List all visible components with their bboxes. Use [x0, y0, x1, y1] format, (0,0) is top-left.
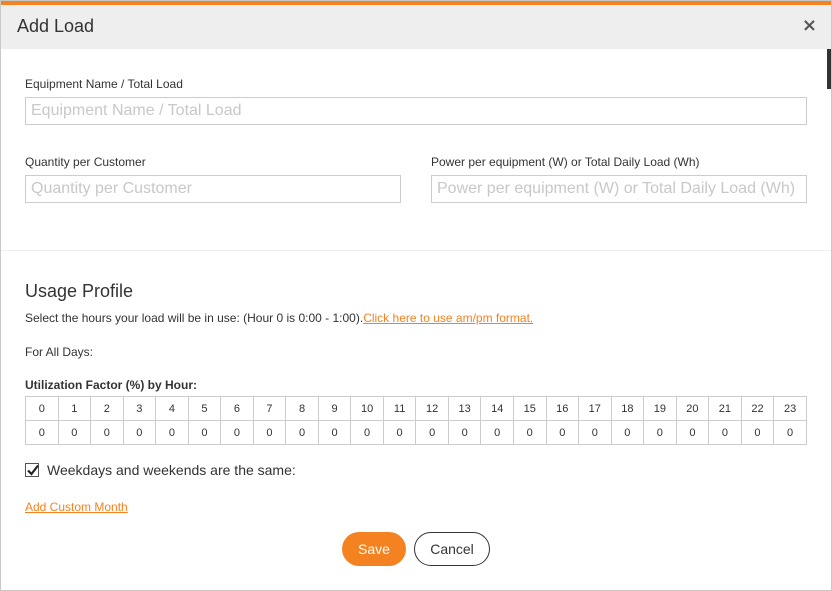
hour-header-cell: 16 [545, 396, 580, 421]
hour-value-cell[interactable]: 0 [447, 420, 482, 445]
hour-header-cell: 10 [350, 396, 384, 421]
hour-header-cell: 1 [57, 396, 92, 421]
equipment-name-input[interactable] [25, 97, 807, 125]
section-divider [1, 250, 831, 251]
close-icon[interactable]: × [802, 17, 817, 35]
modal-header: Add Load × [1, 5, 831, 49]
add-load-modal: Add Load × Equipment Name / Total Load Q… [0, 0, 832, 591]
checkmark-icon [27, 464, 39, 476]
hour-header-cell: 9 [317, 396, 352, 421]
hour-header-cell: 21 [708, 396, 742, 421]
hour-value-cell[interactable]: 0 [252, 420, 287, 445]
hour-header-cell: 18 [610, 396, 645, 421]
hour-header-cell: 19 [643, 396, 677, 421]
hour-header-cell: 6 [220, 396, 254, 421]
hour-value-cell[interactable]: 0 [25, 420, 59, 445]
hour-value-cell[interactable]: 0 [122, 420, 157, 445]
hour-header-cell: 3 [122, 396, 157, 421]
power-label: Power per equipment (W) or Total Daily L… [431, 155, 700, 169]
hour-header-cell: 20 [675, 396, 710, 421]
hour-value-cell[interactable]: 0 [643, 420, 677, 445]
hour-header-cell: 23 [773, 396, 807, 421]
ampm-format-link[interactable]: Click here to use am/pm format. [363, 311, 533, 325]
hour-header-cell: 4 [155, 396, 189, 421]
hour-header-cell: 22 [740, 396, 775, 421]
hour-value-cell[interactable]: 0 [285, 420, 319, 445]
hour-header-cell: 2 [90, 396, 124, 421]
hour-header-cell: 12 [415, 396, 449, 421]
hour-header-cell: 5 [187, 396, 222, 421]
for-all-days-label: For All Days: [25, 345, 94, 359]
hour-header-cell: 17 [578, 396, 612, 421]
hour-header-row: 0 1 2 3 4 5 6 7 8 9 10 11 12 13 14 15 16 17 18 19 20 21 22 23 [25, 396, 807, 421]
hour-value-cell[interactable]: 0 [480, 420, 514, 445]
hour-value-cell[interactable]: 0 [382, 420, 417, 445]
hour-header-cell: 8 [285, 396, 319, 421]
hour-value-cell[interactable]: 0 [90, 420, 124, 445]
same-days-row: Weekdays and weekends are the same: [25, 462, 296, 478]
save-button[interactable]: Save [342, 532, 406, 566]
hour-value-cell[interactable]: 0 [350, 420, 384, 445]
hour-header-cell: 13 [447, 396, 482, 421]
hour-value-cell[interactable]: 0 [512, 420, 547, 445]
hour-value-row: 000000000000000000000000 [25, 420, 807, 445]
hour-value-cell[interactable]: 0 [317, 420, 352, 445]
cancel-button[interactable]: Cancel [414, 532, 490, 566]
hour-value-cell[interactable]: 0 [155, 420, 189, 445]
quantity-label: Quantity per Customer [25, 155, 146, 169]
equipment-name-label: Equipment Name / Total Load [25, 77, 183, 91]
utilization-table: 0 1 2 3 4 5 6 7 8 9 10 11 12 13 14 15 16 17 18 19 20 21 22 23 0… [25, 396, 807, 445]
hour-value-cell[interactable]: 0 [187, 420, 222, 445]
instruction-text: Select the hours your load will be in us… [25, 311, 364, 325]
hour-header-cell: 0 [25, 396, 59, 421]
hour-value-cell[interactable]: 0 [708, 420, 742, 445]
modal-title: Add Load [17, 16, 95, 36]
hour-header-cell: 14 [480, 396, 514, 421]
utilization-title: Utilization Factor (%) by Hour: [25, 378, 197, 392]
hour-value-cell[interactable]: 0 [415, 420, 449, 445]
add-custom-month-link[interactable]: Add Custom Month [25, 500, 128, 514]
same-days-checkbox[interactable] [25, 463, 39, 477]
hour-header-cell: 15 [512, 396, 547, 421]
hour-value-cell[interactable]: 0 [578, 420, 612, 445]
hour-value-cell[interactable]: 0 [220, 420, 254, 445]
scrollbar[interactable] [827, 49, 831, 89]
hour-value-cell[interactable]: 0 [57, 420, 92, 445]
usage-instruction: Select the hours your load will be in us… [25, 311, 533, 325]
same-days-label: Weekdays and weekends are the same: [47, 462, 296, 478]
hour-value-cell[interactable]: 0 [675, 420, 710, 445]
hour-value-cell[interactable]: 0 [545, 420, 580, 445]
usage-profile-title: Usage Profile [25, 281, 134, 301]
hour-header-cell: 7 [252, 396, 287, 421]
hour-header-cell: 11 [382, 396, 417, 421]
quantity-input[interactable] [25, 175, 401, 203]
hour-value-cell[interactable]: 0 [740, 420, 775, 445]
hour-value-cell[interactable]: 0 [773, 420, 807, 445]
power-input[interactable] [431, 175, 807, 203]
hour-value-cell[interactable]: 0 [610, 420, 645, 445]
